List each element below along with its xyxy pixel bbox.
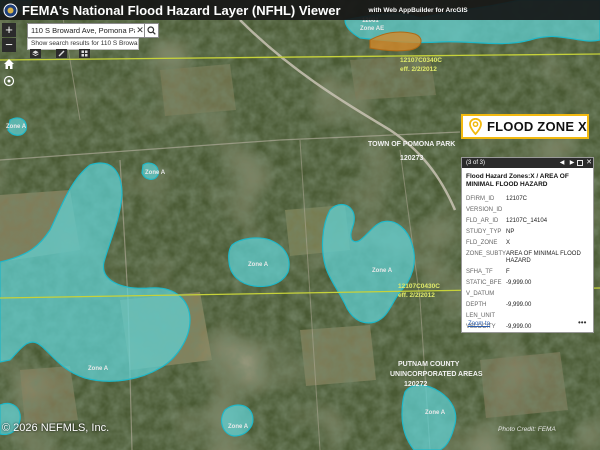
search-box: ✕	[27, 23, 159, 38]
search-button[interactable]	[144, 23, 159, 38]
more-options-icon[interactable]: •••	[578, 319, 586, 327]
layers-icon	[32, 50, 39, 57]
attribute-key: STUDY_TYP	[466, 229, 502, 235]
copyright-watermark: © 2026 NEFMLS, Inc.	[2, 422, 110, 434]
attribute-key: VERSION_ID	[466, 207, 503, 213]
county-sub-label: UNINCORPORATED AREAS	[390, 371, 483, 378]
popup-title: Flood Hazard Zones:X / AREA OF MINIMAL F…	[466, 173, 569, 188]
zoom-to-link[interactable]: Zoom to	[468, 320, 490, 328]
attribute-key: FLD_AR_ID	[466, 218, 499, 224]
attribute-row: DFIRM_ID 12107C	[466, 196, 592, 203]
attribute-row: DEPTH -9,999.00	[466, 302, 592, 309]
app-subtitle: with Web AppBuilder for ArcGIS	[368, 6, 468, 14]
zone-a-label: Zone A	[6, 124, 27, 130]
attribute-key: STATIC_BFE	[466, 280, 502, 286]
county-code-label: 120272	[404, 381, 427, 388]
locate-icon	[3, 75, 15, 87]
home-icon	[4, 59, 14, 69]
flood-zone-badge: FLOOD ZONE X	[461, 114, 589, 139]
attribute-key: SFHA_TF	[466, 269, 493, 275]
attribute-row: VERSION_ID	[466, 207, 592, 214]
attribute-key: DEPTH	[466, 302, 487, 308]
attribute-value: -9,999.00	[506, 280, 532, 286]
attribute-row: SFHA_TF F	[466, 269, 592, 276]
zone-a-label: Zone A	[248, 262, 269, 268]
zone-a-label: Zone A	[228, 424, 249, 430]
attribute-value	[506, 291, 590, 298]
attribute-key: DFIRM_ID	[466, 196, 495, 202]
feature-popup: (3 of 3) ◀ ▶ ✕ Flood Hazard Zones:X / AR…	[461, 157, 594, 333]
attribute-key: ZONE_SUBTY	[466, 251, 507, 257]
attribute-row: STATIC_BFE -9,999.00	[466, 280, 592, 287]
popup-next-button[interactable]: ▶	[568, 158, 576, 168]
popup-close-button[interactable]: ✕	[585, 158, 593, 168]
panel-date-label: eff. 2/2/2012	[398, 292, 435, 299]
attribute-value: -9,999.00	[506, 302, 532, 308]
popup-maximize-button[interactable]	[576, 159, 584, 167]
attribute-row: ZONE_SUBTY AREA OF MINIMAL FLOOD HAZARD	[466, 251, 592, 265]
attribute-row: FLD_ZONE X	[466, 240, 592, 247]
panel-id-label: 12107C0430C	[398, 283, 440, 290]
locate-button[interactable]	[2, 74, 16, 88]
attribute-row: STUDY_TYP NP	[466, 229, 592, 236]
attribute-value: F	[506, 269, 510, 275]
basemap-button[interactable]	[79, 49, 90, 58]
attribute-value: AREA OF MINIMAL FLOOD HAZARD	[506, 251, 581, 264]
attribute-value	[506, 207, 590, 214]
popup-prev-button[interactable]: ◀	[558, 158, 566, 168]
ruler-icon	[58, 50, 65, 57]
app-header: FEMA's National Flood Hazard Layer (NFHL…	[0, 0, 600, 20]
home-button[interactable]	[2, 57, 16, 71]
popup-count: (3 of 3)	[466, 160, 486, 166]
nfhl-viewer: Zone A Zone A Zone A Zone A Zone A Zone …	[0, 0, 600, 450]
attribute-row: LEN_UNIT	[466, 313, 592, 320]
grid-icon	[81, 50, 88, 57]
zone-a-label: Zone A	[372, 268, 393, 274]
flood-zone-label: FLOOD ZONE X	[487, 119, 587, 134]
search-input[interactable]	[28, 24, 135, 37]
popup-attribute-table: DFIRM_ID 12107C VERSION_ID FLD_AR_ID 12107…	[466, 196, 592, 335]
zone-a-label: Zone A	[145, 170, 166, 176]
attribute-row: FLD_AR_ID 12107C_14104	[466, 218, 592, 225]
measure-button[interactable]	[56, 49, 67, 58]
attribute-value: 12107C_14104	[506, 218, 548, 224]
zoom-out-button[interactable]: −	[2, 38, 16, 52]
town-code-label: 120273	[400, 155, 423, 162]
layer-list-button[interactable]	[30, 49, 41, 58]
search-icon	[147, 26, 156, 35]
zone-ae-label: Zone AE	[360, 26, 384, 32]
attribute-key: LEN_UNIT	[466, 313, 496, 319]
town-label: TOWN OF POMONA PARK	[368, 141, 455, 148]
attribute-row: V_DATUM	[466, 291, 592, 298]
popup-footer: Zoom to •••	[466, 319, 592, 331]
panel-date-label: eff. 2/2/2012	[400, 66, 437, 73]
county-label: PUTNAM COUNTY	[398, 361, 460, 368]
attribute-key: FLD_ZONE	[466, 240, 498, 246]
zone-a-label: Zone A	[88, 366, 109, 372]
attribute-value: X	[506, 240, 511, 246]
map-pin-icon	[463, 118, 487, 135]
app-title: FEMA's National Flood Hazard Layer (NFHL…	[22, 2, 341, 18]
popup-titlebar: (3 of 3) ◀ ▶ ✕	[462, 158, 593, 168]
attribute-value: 12107C	[506, 196, 528, 202]
attribute-value: NP	[506, 229, 515, 235]
zone-a-label: Zone A	[425, 410, 446, 416]
zoom-in-button[interactable]: +	[2, 23, 16, 37]
attribute-key: V_DATUM	[466, 291, 495, 297]
photo-credit: Photo Credit: FEMA	[498, 426, 556, 433]
maximize-icon	[577, 160, 583, 166]
fema-logo-icon	[0, 0, 20, 20]
panel-id-label: 12107C0340C	[400, 57, 442, 64]
